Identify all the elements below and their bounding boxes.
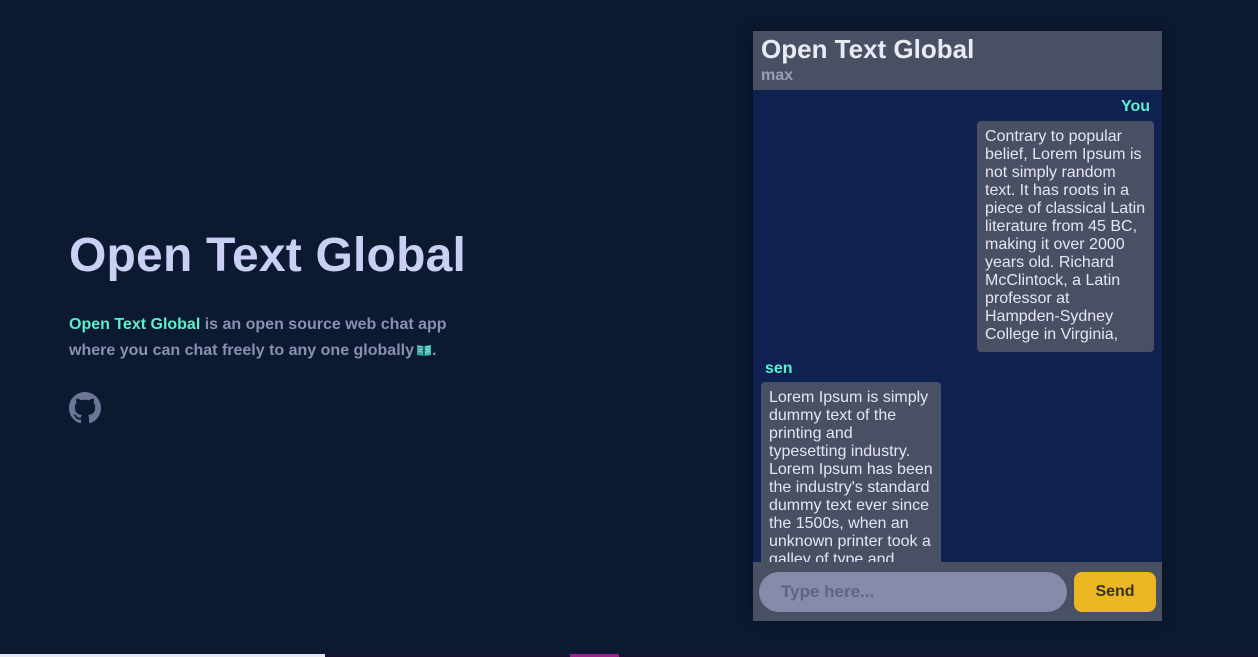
chat-header: Open Text Global max <box>753 31 1162 90</box>
chat-composer: Send <box>753 562 1162 621</box>
github-link[interactable] <box>69 392 101 424</box>
message-sender-name: sen <box>765 360 793 377</box>
message-bubble-incoming: Lorem Ipsum is simply dummy text of the … <box>761 382 941 562</box>
github-icon <box>69 392 101 424</box>
message-input[interactable] <box>759 572 1067 612</box>
page: Open Text Global Open Text Global is an … <box>0 0 1258 657</box>
current-username: max <box>761 67 794 84</box>
open-book-icon <box>416 345 431 356</box>
hero-title: Open Text Global <box>69 229 467 282</box>
message-list[interactable]: You Contrary to popular belief, Lorem Ip… <box>753 90 1162 562</box>
message-bubble-outgoing: Contrary to popular belief, Lorem Ipsum … <box>977 121 1154 352</box>
hero-description: Open Text Global is an open source web c… <box>69 312 489 364</box>
chat-window: Open Text Global max You Contrary to pop… <box>753 31 1162 621</box>
chat-title: Open Text Global <box>761 34 975 64</box>
hero-section: Open Text Global Open Text Global is an … <box>69 226 489 424</box>
message-sender-name: You <box>1120 98 1150 115</box>
send-button[interactable]: Send <box>1074 572 1156 612</box>
hero-brand-name: Open Text Global <box>69 316 201 333</box>
hero-description-end: . <box>431 342 437 359</box>
